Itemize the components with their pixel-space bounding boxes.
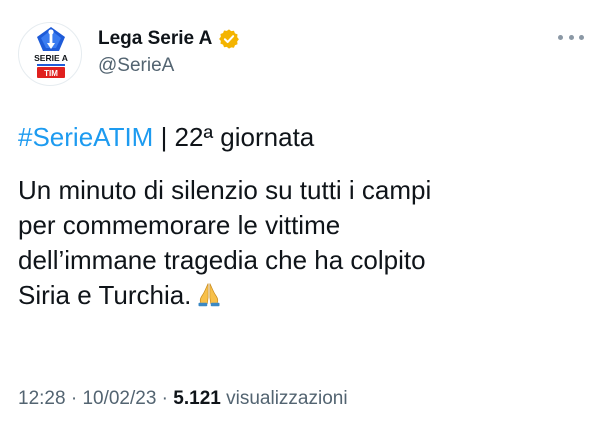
tweet-card[interactable]: SERIE A TIM Lega Serie A @SerieA #SerieA… xyxy=(0,0,600,430)
serie-a-logo: SERIE A TIM xyxy=(34,27,68,78)
hashtag-link[interactable]: #SerieATIM xyxy=(18,122,153,152)
folded-hands-emoji-icon xyxy=(195,280,223,308)
tweet-text: #SerieATIM | 22ª giornata Un minuto di s… xyxy=(18,120,588,313)
tweet-body-line: Un minuto di silenzio su tutti i campi xyxy=(18,175,432,205)
tweet-headline: #SerieATIM | 22ª giornata xyxy=(18,120,588,155)
author-handle[interactable]: @SerieA xyxy=(98,55,174,77)
tweet-body-last-line: Siria e Turchia. xyxy=(18,278,588,313)
author-display-name[interactable]: Lega Serie A xyxy=(98,28,212,50)
logo-text-top: SERIE A xyxy=(34,53,68,63)
tweet-meta: 12:28 · 10/02/23 · 5.121 visualizzazioni xyxy=(18,388,348,410)
views-count: 5.121 xyxy=(173,388,221,409)
tweet-date[interactable]: 10/02/23 xyxy=(82,388,156,409)
avatar[interactable]: SERIE A TIM xyxy=(18,22,82,86)
more-dot-icon xyxy=(579,34,584,40)
headline-rest: | 22ª giornata xyxy=(153,122,315,152)
meta-separator: · xyxy=(156,388,174,409)
author-name-row: Lega Serie A xyxy=(98,28,240,50)
views-label: visualizzazioni xyxy=(220,388,348,409)
more-dot-icon xyxy=(558,34,563,40)
views-link[interactable]: 5.121 visualizzazioni xyxy=(173,388,347,409)
more-dot-icon xyxy=(568,34,574,40)
more-options-button[interactable] xyxy=(558,30,584,44)
meta-separator: · xyxy=(65,388,83,409)
tweet-time[interactable]: 12:28 xyxy=(18,388,66,409)
verified-badge-icon xyxy=(218,28,240,50)
tweet-body-line: dell’immane tragedia che ha colpito xyxy=(18,245,426,275)
logo-text-bottom: TIM xyxy=(44,69,58,78)
tweet-body-line: Siria e Turchia. xyxy=(18,280,192,310)
tweet-body-line: per commemorare le vittime xyxy=(18,210,341,240)
